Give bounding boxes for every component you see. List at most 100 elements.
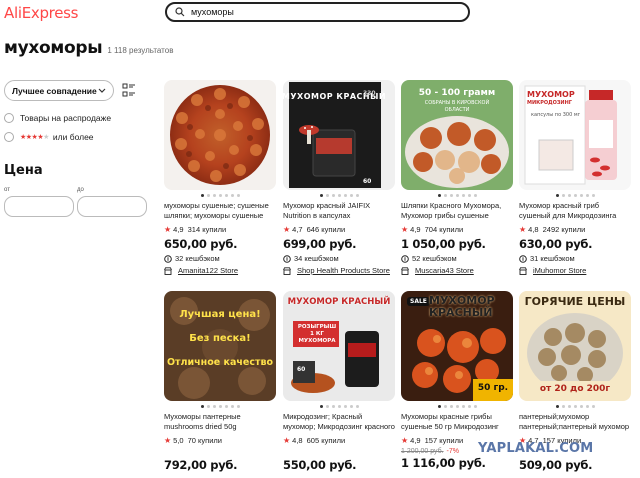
- store-name[interactable]: Shop Health Products Store: [297, 266, 390, 275]
- cashback-text: 34 кешбэком: [294, 254, 339, 263]
- product-image-count: 60: [297, 366, 306, 373]
- product-image-qty: 330: [363, 90, 376, 97]
- product-card[interactable]: Лучшая цена! Без песка! Отличное качеств…: [164, 291, 276, 472]
- product-image-text: МУХОМОР КРАСНЫЙ: [429, 294, 495, 319]
- aliexpress-logo[interactable]: AliExpress: [4, 4, 78, 22]
- sold-count: 314 купили: [187, 225, 227, 234]
- search-bar[interactable]: [165, 2, 470, 22]
- price-from-input[interactable]: [4, 196, 74, 217]
- sale-badge: SALE: [407, 297, 430, 306]
- image-carousel-dots[interactable]: [401, 402, 513, 410]
- search-input[interactable]: [191, 7, 451, 17]
- rating-value: 4,9: [410, 225, 421, 234]
- star-icon: ★: [519, 225, 527, 234]
- cashback-icon: [164, 254, 172, 263]
- price-to-label: до: [77, 187, 84, 193]
- product-rating: ★ 4,7 646 купили: [283, 225, 395, 234]
- product-rating: ★ 4,9 704 купили: [401, 225, 513, 234]
- product-image-text-3: Отличное качество: [166, 357, 274, 368]
- image-carousel-dots[interactable]: [519, 191, 631, 199]
- store-name[interactable]: Amanita122 Store: [178, 266, 238, 275]
- product-image[interactable]: 50 - 100 грамм СОБРАНЫ В КИРОВСКОЙ ОБЛАС…: [401, 80, 513, 190]
- checkbox[interactable]: [4, 113, 14, 123]
- product-image-text: ГОРЯЧИЕ ЦЕНЫ: [524, 295, 626, 308]
- product-card[interactable]: мухоморы сушеные; сушеные шляпки; мухомо…: [164, 80, 276, 275]
- product-image-text: 50 - 100 грамм: [418, 88, 496, 98]
- product-title[interactable]: Мухоморы красные грибы сушеные 50 гр Мик…: [401, 412, 513, 432]
- product-card[interactable]: МУХОМОР КРАСНЫЙ РОЗЫГРЫШ 1 КГ МУХОМОРА 6…: [283, 291, 395, 472]
- product-card[interactable]: 50 - 100 грамм СОБРАНЫ В КИРОВСКОЙ ОБЛАС…: [401, 80, 513, 275]
- image-carousel-dots[interactable]: [164, 402, 276, 410]
- product-price: 650,00 руб.: [164, 237, 238, 251]
- product-title[interactable]: Микродозинг; Красный мухомор; Микродозин…: [283, 412, 395, 432]
- page-title: мухоморы: [4, 38, 103, 58]
- product-card[interactable]: МУХОМОР КРАСНЫЙ 330 60 Мухомор красный J…: [283, 80, 395, 275]
- product-price: 699,00 руб.: [283, 237, 357, 251]
- product-title[interactable]: Мухоморы пантерные mushrooms dried 50g: [164, 412, 276, 432]
- store-link[interactable]: Amanita122 Store: [164, 266, 276, 275]
- product-image-subtext: МИКРОДОЗИНГ: [527, 100, 572, 106]
- rating-stars-icon: ★★★★: [20, 134, 44, 141]
- star-icon: ★: [164, 436, 172, 445]
- filter-rating-label: или более: [52, 132, 94, 142]
- cashback-text: 52 кешбэком: [412, 254, 457, 263]
- product-image[interactable]: [164, 80, 276, 190]
- star-icon: ★: [401, 436, 409, 445]
- image-carousel-dots[interactable]: [164, 191, 276, 199]
- cashback-info: 52 кешбэком: [401, 254, 513, 263]
- product-rating: ★ 4,9 314 купили: [164, 225, 276, 234]
- product-title[interactable]: Мухомор красный JAIFIX Nutrition в капсу…: [283, 201, 395, 221]
- product-image[interactable]: ГОРЯЧИЕ ЦЕНЫ от 20 до 200г: [519, 291, 631, 401]
- store-link[interactable]: iMuhomor Store: [519, 266, 631, 275]
- product-card[interactable]: МУХОМОР МИКРОДОЗИНГ капсулы по 300 мг Му…: [519, 80, 631, 275]
- cashback-info: 32 кешбэком: [164, 254, 276, 263]
- product-image-subtext: СОБРАНЫ В КИРОВСКОЙ ОБЛАСТИ: [424, 100, 490, 113]
- cashback-text: 32 кешбэком: [175, 254, 220, 263]
- image-carousel-dots[interactable]: [283, 402, 395, 410]
- store-icon: [401, 266, 409, 275]
- store-icon: [283, 266, 291, 275]
- cashback-icon: [519, 254, 527, 263]
- product-price: 630,00 руб.: [519, 237, 593, 251]
- product-price: 792,00 руб.: [164, 458, 238, 472]
- product-image[interactable]: МУХОМОР МИКРОДОЗИНГ капсулы по 300 мг: [519, 80, 631, 190]
- checkbox[interactable]: [4, 132, 14, 142]
- rating-value: 4,8: [292, 436, 303, 445]
- cashback-icon: [401, 254, 409, 263]
- image-carousel-dots[interactable]: [401, 191, 513, 199]
- product-title[interactable]: Мухомор красный гриб сушеный для Микродо…: [519, 201, 631, 221]
- product-image[interactable]: Лучшая цена! Без песка! Отличное качеств…: [164, 291, 276, 401]
- product-image-subtext: РОЗЫГРЫШ 1 КГ МУХОМОРА: [297, 324, 337, 344]
- product-title[interactable]: мухоморы сушеные; сушеные шляпки; мухомо…: [164, 201, 276, 221]
- cashback-icon: [283, 254, 291, 263]
- discount-badge: -7%: [446, 448, 459, 455]
- price-to-input[interactable]: [77, 196, 147, 217]
- product-image[interactable]: МУХОМОР КРАСНЫЙ 330 60: [283, 80, 395, 190]
- product-price: 1 116,00 руб.: [401, 456, 486, 470]
- store-name[interactable]: Muscaria43 Store: [415, 266, 474, 275]
- store-link[interactable]: Muscaria43 Store: [401, 266, 513, 275]
- image-carousel-dots[interactable]: [519, 402, 631, 410]
- store-link[interactable]: Shop Health Products Store: [283, 266, 395, 275]
- search-icon: [175, 7, 185, 17]
- product-title[interactable]: Шляпки Красного Мухомора, Мухомор грибы …: [401, 201, 513, 221]
- product-image-text-1: Лучшая цена!: [179, 309, 261, 320]
- product-title[interactable]: пантерный;мухомор пантерный;пантерный му…: [519, 412, 631, 432]
- product-rating: ★ 4,8 2492 купили: [519, 225, 631, 234]
- rating-value: 4,7: [292, 225, 303, 234]
- filter-on-sale[interactable]: Товары на распродаже: [4, 113, 111, 123]
- sort-dropdown[interactable]: Лучшее совпадение: [4, 80, 114, 101]
- product-price: 550,00 руб.: [283, 458, 357, 472]
- cashback-info: 31 кешбэком: [519, 254, 631, 263]
- store-name[interactable]: iMuhomor Store: [533, 266, 586, 275]
- product-image[interactable]: SALE МУХОМОР КРАСНЫЙ 50 гр.: [401, 291, 513, 401]
- product-image[interactable]: МУХОМОР КРАСНЫЙ РОЗЫГРЫШ 1 КГ МУХОМОРА 6…: [283, 291, 395, 401]
- sold-count: 646 купили: [306, 225, 346, 234]
- filter-rating[interactable]: ★★★★ ★ или более: [4, 132, 94, 142]
- sold-count: 704 купили: [424, 225, 464, 234]
- list-view-icon[interactable]: [121, 82, 137, 98]
- price-filter-heading: Цена: [4, 163, 43, 178]
- sold-count: 2492 купили: [542, 225, 586, 234]
- sold-count: 605 купили: [306, 436, 346, 445]
- image-carousel-dots[interactable]: [283, 191, 395, 199]
